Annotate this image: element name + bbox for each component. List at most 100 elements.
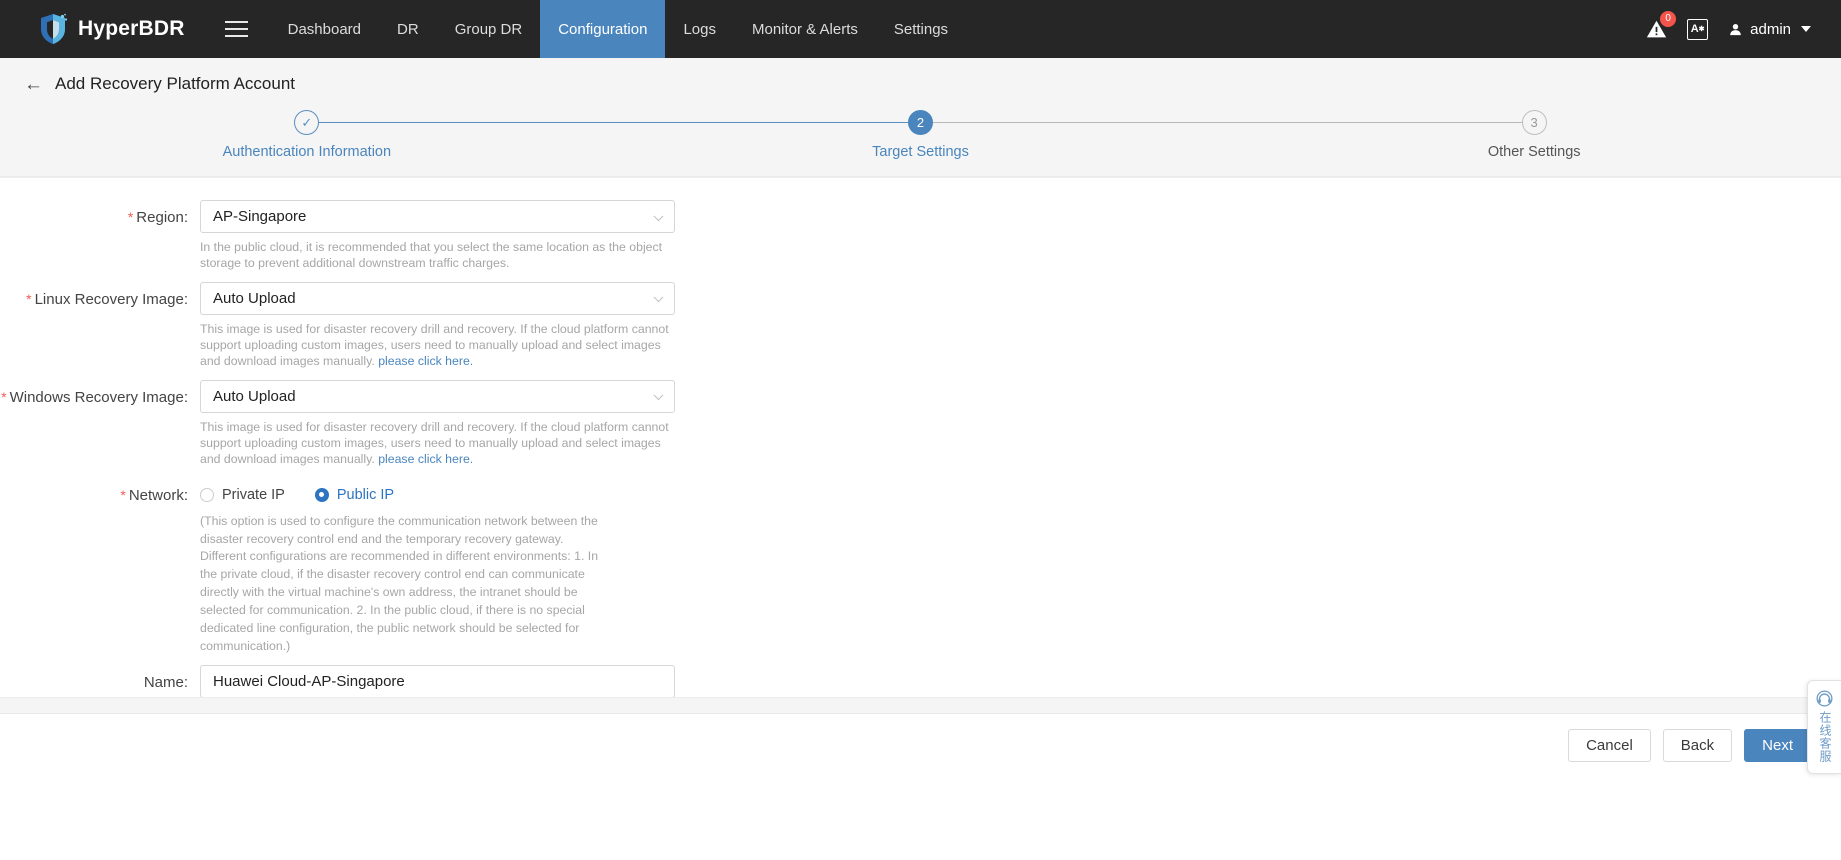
page-header: ← Add Recovery Platform Account ✓ Authen…	[0, 58, 1841, 177]
wizard-stepper: ✓ Authentication Information 2 Target Se…	[0, 110, 1841, 176]
nav-item-settings[interactable]: Settings	[876, 0, 966, 58]
hamburger-line	[224, 21, 248, 23]
alert-count-badge: 0	[1660, 10, 1677, 27]
radio-private-ip-label: Private IP	[222, 486, 285, 503]
name-input[interactable]	[200, 665, 675, 699]
windows-image-field-col: Auto Upload This image is used for disas…	[200, 379, 678, 476]
step-2-label: Target Settings	[872, 144, 969, 160]
radio-public-ip-label: Public IP	[336, 486, 395, 503]
top-navigation-bar: HyperBDR Dashboard DR Group DR Configura…	[0, 0, 1841, 58]
hyperbdr-shield-icon	[41, 13, 68, 44]
windows-image-helper-link[interactable]: please click here.	[378, 452, 473, 466]
back-arrow-icon[interactable]: ←	[24, 75, 43, 94]
step-connector-line	[306, 122, 921, 123]
required-asterisk: *	[127, 209, 134, 225]
chevron-down-icon	[653, 292, 664, 303]
check-icon: ✓	[301, 115, 313, 130]
step-authentication-information[interactable]: ✓ Authentication Information	[0, 110, 921, 160]
linux-image-field-col: Auto Upload This image is used for disas…	[200, 281, 678, 378]
user-name: admin	[1750, 20, 1791, 38]
headset-icon	[1816, 690, 1833, 707]
form-row-network: * Network: Private IP Public IP (This opt…	[0, 478, 1841, 664]
radio-circle-icon	[200, 487, 214, 502]
network-field-col: Private IP Public IP (This option is use…	[200, 478, 675, 664]
language-switch-icon[interactable]: A ✱	[1687, 18, 1709, 40]
step-connector-line	[920, 122, 1535, 123]
language-letter: A	[1690, 23, 1699, 35]
required-asterisk: *	[26, 290, 32, 307]
region-label-text: Region:	[136, 209, 188, 226]
footer-strip	[0, 697, 1841, 713]
region-helper-text: In the public cloud, it is recommended t…	[200, 240, 663, 271]
back-button[interactable]: Back	[1662, 729, 1733, 762]
linux-image-select-value: Auto Upload	[213, 289, 296, 307]
linux-image-select[interactable]: Auto Upload	[200, 281, 675, 315]
form-row-linux-recovery-image: * Linux Recovery Image: Auto Upload This …	[0, 281, 1841, 378]
name-field-col	[200, 665, 675, 699]
region-field-col: AP-Singapore In the public cloud, it is …	[200, 200, 675, 280]
nav-item-configuration[interactable]: Configuration	[540, 0, 666, 58]
windows-image-label: * Windows Recovery Image:	[0, 380, 200, 476]
step-3-circle: 3	[1521, 110, 1547, 135]
radio-public-ip[interactable]: Public IP	[314, 486, 395, 503]
region-label: * Region:	[0, 200, 200, 280]
alerts-button[interactable]: 0	[1646, 10, 1677, 40]
radio-private-ip[interactable]: Private IP	[200, 487, 285, 503]
step-other-settings[interactable]: 3 Other Settings	[920, 110, 1841, 160]
hamburger-line	[224, 28, 248, 30]
step-target-settings[interactable]: 2 Target Settings	[306, 110, 1535, 160]
network-helper-text: (This option is used to configure the co…	[200, 513, 599, 653]
step-1-circle: ✓	[294, 110, 320, 135]
user-avatar-icon	[1730, 23, 1741, 35]
nav-item-dashboard[interactable]: Dashboard	[270, 0, 379, 58]
brand-logo-area[interactable]: HyperBDR	[0, 0, 203, 58]
main-nav: Dashboard DR Group DR Configuration Logs…	[270, 0, 966, 58]
step-2-circle: 2	[908, 110, 933, 135]
network-label-text: Network:	[128, 486, 188, 504]
step-1-label: Authentication Information	[222, 144, 392, 160]
windows-image-helper-text: This image is used for disaster recovery…	[200, 419, 678, 468]
region-select[interactable]: AP-Singapore	[200, 200, 675, 233]
nav-item-logs[interactable]: Logs	[665, 0, 734, 58]
nav-item-monitor-alerts[interactable]: Monitor & Alerts	[734, 0, 876, 58]
step-3-label: Other Settings	[1487, 144, 1581, 160]
linux-image-helper-text: This image is used for disaster recovery…	[200, 321, 678, 370]
user-menu[interactable]: admin	[1728, 21, 1811, 38]
hamburger-line	[224, 35, 248, 37]
form-row-name: Name:	[0, 665, 1841, 699]
region-select-value: AP-Singapore	[213, 208, 307, 225]
brand-name: HyperBDR	[78, 17, 185, 40]
next-button[interactable]: Next	[1744, 729, 1811, 762]
form-row-windows-recovery-image: * Windows Recovery Image: Auto Upload Thi…	[0, 379, 1841, 476]
windows-image-select[interactable]: Auto Upload	[200, 379, 675, 413]
chevron-down-icon	[1801, 26, 1811, 32]
required-asterisk: *	[120, 486, 126, 503]
form-footer: Cancel Back Next	[0, 713, 1841, 777]
name-label: Name:	[0, 665, 200, 698]
form-row-region: * Region: AP-Singapore In the public clou…	[0, 200, 1841, 280]
online-support-label: 在线客服	[1818, 711, 1832, 763]
nav-item-dr[interactable]: DR	[379, 0, 437, 58]
page-title: Add Recovery Platform Account	[55, 74, 296, 93]
radio-circle-selected-icon	[314, 487, 329, 502]
online-support-widget[interactable]: 在线客服	[1807, 680, 1841, 774]
topbar-right-actions: 0 A ✱ admin	[1646, 0, 1841, 58]
linux-image-label-text: Linux Recovery Image:	[34, 290, 188, 308]
cancel-button[interactable]: Cancel	[1568, 729, 1651, 762]
network-radio-group: Private IP Public IP	[200, 478, 675, 504]
target-settings-form: * Region: AP-Singapore In the public clou…	[0, 177, 1841, 777]
linux-image-helper-link[interactable]: please click here.	[378, 354, 473, 368]
windows-image-label-text: Windows Recovery Image:	[9, 388, 188, 406]
chevron-down-icon	[653, 210, 664, 221]
hamburger-menu-icon[interactable]	[203, 0, 270, 58]
required-asterisk: *	[1, 388, 7, 405]
windows-image-select-value: Auto Upload	[213, 387, 296, 405]
breadcrumb: ← Add Recovery Platform Account	[0, 74, 1841, 94]
linux-image-label: * Linux Recovery Image:	[0, 282, 200, 378]
nav-item-group-dr[interactable]: Group DR	[437, 0, 541, 58]
step-2-number: 2	[916, 115, 925, 130]
network-label: * Network:	[0, 478, 200, 664]
name-label-text: Name:	[143, 674, 188, 692]
chevron-down-icon	[653, 390, 664, 401]
step-3-number: 3	[1530, 115, 1538, 130]
